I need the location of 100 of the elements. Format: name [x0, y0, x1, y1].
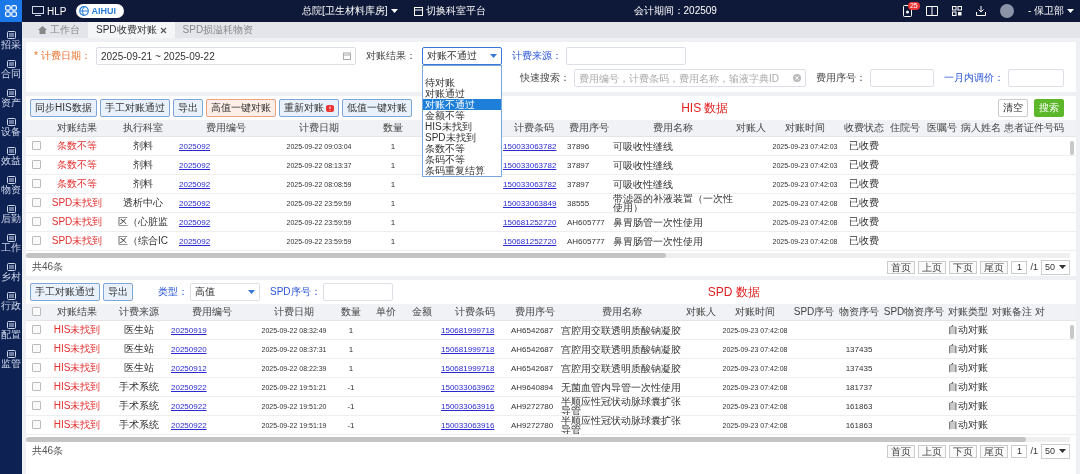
table-link[interactable]: 2025092: [178, 160, 274, 170]
dropdown-option[interactable]: 待对账: [423, 77, 501, 88]
horizontal-scrollbar[interactable]: [26, 437, 1070, 442]
toolbar-button[interactable]: 手工对账通过: [99, 99, 170, 117]
text-field[interactable]: [870, 69, 934, 87]
column-header[interactable]: 收费状态: [842, 121, 886, 135]
text-field[interactable]: [322, 283, 393, 301]
checkbox[interactable]: [31, 381, 41, 391]
column-header[interactable]: 对账人: [734, 121, 768, 135]
page-button[interactable]: 首页: [887, 444, 916, 458]
table-link[interactable]: 20250922: [170, 401, 254, 411]
dropdown-option[interactable]: 金额不等: [423, 110, 501, 121]
table-link[interactable]: 150681999718: [440, 325, 510, 335]
nav-item[interactable]: 后勤: [0, 200, 22, 229]
column-header[interactable]: 住院号: [886, 121, 924, 135]
checkbox[interactable]: [31, 140, 41, 150]
column-header[interactable]: 对账备注: [990, 305, 1034, 319]
column-header[interactable]: 计费日期: [274, 121, 364, 135]
page-size-select[interactable]: 50: [1041, 259, 1070, 275]
toolbar-button[interactable]: 导出: [172, 99, 203, 117]
column-header[interactable]: 费用序号: [566, 121, 612, 135]
horizontal-scrollbar[interactable]: [26, 253, 1070, 258]
table-link[interactable]: 150033063916: [440, 401, 510, 411]
tab[interactable]: SPD收费对账: [88, 22, 175, 38]
text-field[interactable]: [566, 47, 686, 65]
page-button[interactable]: 尾页: [980, 444, 1009, 458]
dropdown-option[interactable]: 条码不等: [423, 154, 501, 165]
checkbox[interactable]: [31, 362, 41, 372]
column-header[interactable]: SPD物资序号: [882, 305, 946, 319]
page-button[interactable]: 下页: [949, 260, 978, 274]
dropdown-select[interactable]: 高值: [190, 283, 260, 301]
apps-button[interactable]: [0, 0, 22, 22]
nav-item[interactable]: 物资: [0, 171, 22, 200]
nav-item[interactable]: 乡村: [0, 258, 22, 287]
column-header[interactable]: 医嘱号: [924, 121, 960, 135]
column-header[interactable]: 对账时间: [718, 305, 792, 319]
dropdown-option[interactable]: 对账不通过: [423, 99, 501, 110]
checkbox[interactable]: [31, 197, 41, 207]
column-header[interactable]: 对账类型: [946, 305, 990, 319]
nav-item[interactable]: 配置: [0, 316, 22, 345]
table-link[interactable]: 20250922: [170, 420, 254, 430]
column-header[interactable]: 数量: [334, 305, 368, 319]
clear-icon[interactable]: [793, 74, 801, 82]
nav-item[interactable]: 工作: [0, 229, 22, 258]
page-button[interactable]: 下页: [949, 444, 978, 458]
table-link[interactable]: 20250919: [170, 325, 254, 335]
nav-item[interactable]: 效益: [0, 142, 22, 171]
column-header[interactable]: 费用序号: [510, 305, 560, 319]
table-link[interactable]: 2025092: [178, 198, 274, 208]
checkbox[interactable]: [31, 159, 41, 169]
column-header[interactable]: 物资序号: [836, 305, 882, 319]
dropdown-option[interactable]: 条数不等: [423, 143, 501, 154]
column-header[interactable]: 计费日期: [254, 305, 334, 319]
toolbar-button[interactable]: 导出: [103, 283, 133, 301]
table-link[interactable]: 150033063782: [502, 141, 566, 151]
page-button[interactable]: 上页: [918, 444, 947, 458]
qr-code-icon[interactable]: [951, 6, 962, 16]
toolbar-button[interactable]: 重新对账: [278, 99, 339, 117]
column-header[interactable]: 数量: [364, 121, 422, 135]
checkbox[interactable]: [31, 343, 41, 353]
column-header[interactable]: 费用名称: [612, 121, 734, 135]
page-input[interactable]: 1: [1011, 444, 1028, 458]
checkbox[interactable]: [31, 419, 41, 429]
nav-item[interactable]: 资产: [0, 84, 22, 113]
date-range-field[interactable]: 2025-09-21 ~ 2025-09-22: [96, 47, 356, 65]
table-link[interactable]: 150033063782: [502, 160, 566, 170]
nav-item[interactable]: 行政: [0, 287, 22, 316]
column-header[interactable]: 执行科室: [108, 121, 178, 135]
column-header[interactable]: 对账结果: [46, 305, 108, 319]
nav-item[interactable]: 设备: [0, 113, 22, 142]
column-header[interactable]: 病人姓名: [960, 121, 1002, 135]
table-link[interactable]: 20250920: [170, 344, 254, 354]
toolbar-button[interactable]: 同步HIS数据: [30, 99, 97, 117]
vertical-scrollbar[interactable]: [1070, 141, 1074, 155]
close-icon[interactable]: [159, 26, 167, 34]
toolbar-button[interactable]: 高值一键对账: [205, 99, 276, 117]
table-link[interactable]: 20250912: [170, 363, 254, 373]
nav-item[interactable]: 监管: [0, 345, 22, 374]
column-header[interactable]: 计费条码: [440, 305, 510, 319]
column-header[interactable]: 单价: [368, 305, 404, 319]
checkbox[interactable]: [31, 216, 41, 226]
switch-platform-button[interactable]: 切换科室平台: [413, 4, 486, 18]
table-link[interactable]: 2025092: [178, 217, 274, 227]
table-link[interactable]: 150033063782: [502, 179, 566, 189]
dropdown-option[interactable]: 条码重复结算: [423, 165, 501, 176]
table-link[interactable]: 150681999718: [440, 344, 510, 354]
table-link[interactable]: 20250922: [170, 382, 254, 392]
table-link[interactable]: 150033063849: [502, 198, 566, 208]
column-header[interactable]: 计费来源: [108, 305, 170, 319]
vertical-scrollbar[interactable]: [1070, 325, 1074, 339]
column-header[interactable]: SPD序号: [792, 305, 836, 319]
column-header[interactable]: 对账时间: [768, 121, 842, 135]
column-header[interactable]: 对账人: [684, 305, 718, 319]
checkbox[interactable]: [31, 324, 41, 334]
column-header[interactable]: 对账结果: [46, 121, 108, 135]
column-header[interactable]: 费用名称: [560, 305, 684, 319]
column-header[interactable]: 费用编号: [170, 305, 254, 319]
toolbar-button[interactable]: 手工对账通过: [30, 283, 100, 301]
location-menu[interactable]: 总院[卫生材料库房]: [301, 4, 398, 18]
column-header[interactable]: 患者证件号码: [1002, 121, 1066, 135]
